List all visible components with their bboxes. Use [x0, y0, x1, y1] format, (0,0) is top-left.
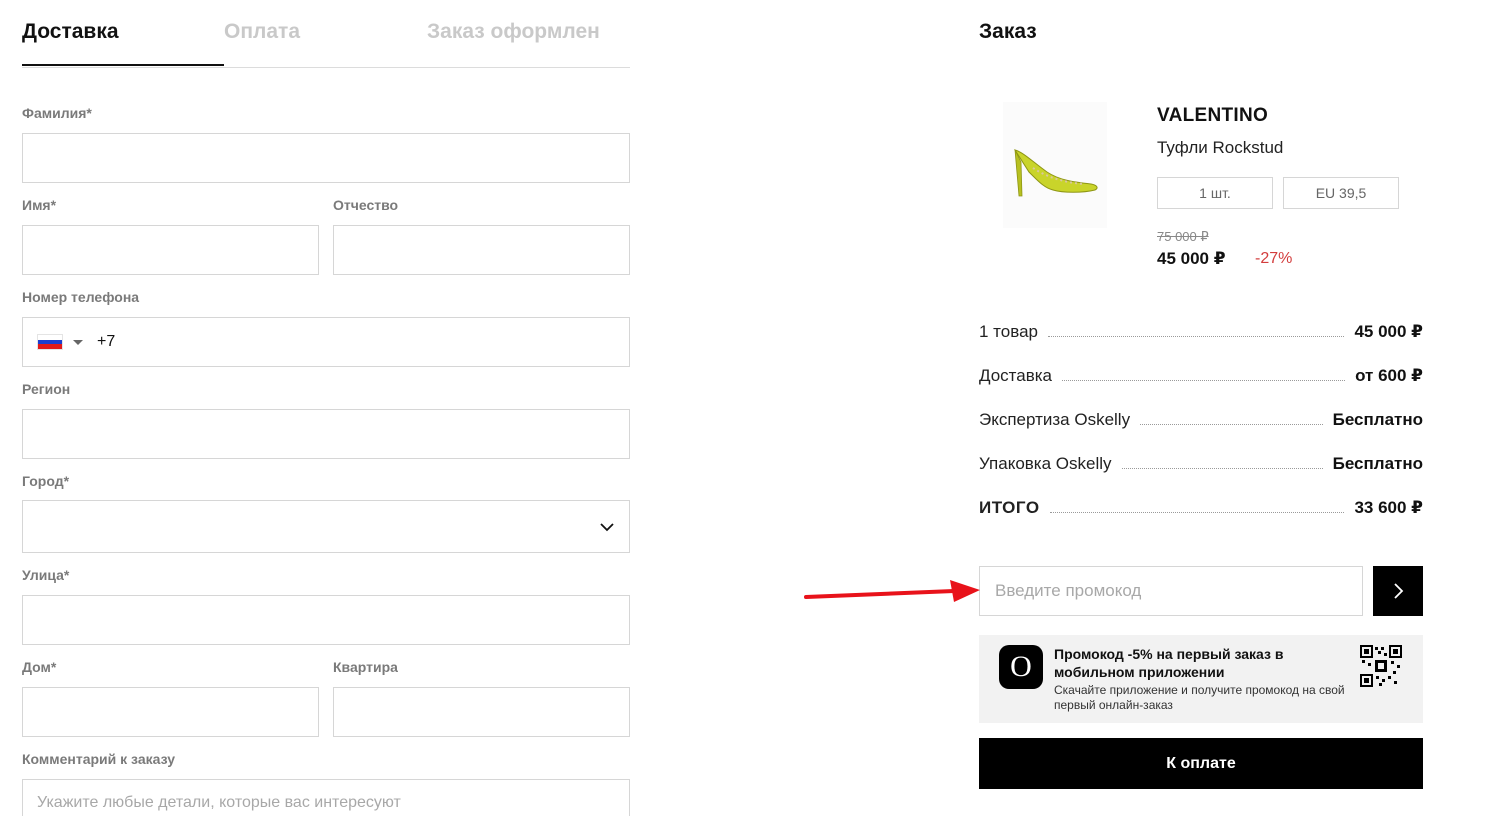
region-field[interactable] — [22, 409, 630, 459]
apartment-label: Квартира — [333, 659, 398, 675]
promo-code-field[interactable] — [979, 566, 1363, 616]
tab-order-placed[interactable]: Заказ оформлен — [427, 20, 600, 44]
region-label: Регион — [22, 381, 71, 397]
current-price: 45 000 ₽ — [1157, 249, 1226, 268]
comment-label: Комментарий к заказу — [22, 751, 175, 767]
comment-textarea[interactable] — [23, 780, 629, 816]
phone-country-selector[interactable]: +7 — [37, 318, 115, 366]
last-name-label: Фамилия* — [22, 105, 92, 121]
street-label: Улица* — [22, 567, 70, 583]
summary-label: Доставка — [979, 366, 1053, 385]
shoe-image — [1013, 149, 1098, 197]
app-logo-letter: O — [1010, 650, 1032, 683]
house-field[interactable] — [22, 687, 319, 737]
discount-badge: -27% — [1255, 250, 1293, 267]
house-input[interactable] — [23, 688, 318, 736]
app-logo-icon: O — [999, 645, 1043, 689]
promo-code-input[interactable] — [980, 567, 1362, 615]
dotted-leader — [1047, 336, 1345, 337]
tab-payment[interactable]: Оплата — [224, 20, 300, 44]
summary-label: Экспертиза Oskelly — [979, 410, 1131, 429]
middle-name-input[interactable] — [334, 226, 629, 274]
product-brand[interactable]: VALENTINO — [1157, 105, 1268, 127]
middle-name-field[interactable] — [333, 225, 630, 275]
old-price: 75 000 ₽ — [1157, 229, 1209, 244]
region-input[interactable] — [23, 410, 629, 458]
apartment-field[interactable] — [333, 687, 630, 737]
chevron-right-icon — [1394, 583, 1404, 599]
qr-code-icon — [1360, 645, 1402, 687]
city-label: Город* — [22, 473, 70, 489]
summary-value: 45 000 ₽ — [1354, 322, 1423, 341]
phone-field[interactable]: +7 — [22, 317, 630, 367]
summary-label: 1 товар — [979, 322, 1038, 341]
summary-row-items: 1 товар 45 000 ₽ — [979, 320, 1423, 342]
dotted-leader — [1062, 380, 1346, 381]
size-chip: EU 39,5 — [1283, 177, 1399, 209]
order-title: Заказ — [979, 20, 1037, 43]
summary-row-delivery: Доставка от 600 ₽ — [979, 364, 1423, 386]
dotted-leader — [1049, 512, 1345, 513]
city-select[interactable] — [22, 500, 630, 553]
summary-row-packaging: Упаковка Oskelly Бесплатно — [979, 452, 1423, 474]
middle-name-label: Отчество — [333, 197, 399, 213]
last-name-field[interactable] — [22, 133, 630, 183]
app-banner-title: Промокод -5% на первый заказ в мобильном… — [1054, 646, 1284, 680]
russia-flag-icon — [37, 334, 63, 350]
summary-label: ИТОГО — [979, 498, 1040, 517]
phone-label: Номер телефона — [22, 289, 140, 305]
active-tab-indicator — [22, 64, 224, 66]
summary-value: Бесплатно — [1332, 454, 1423, 473]
apply-promo-button[interactable] — [1373, 566, 1423, 616]
app-banner-text: Скачайте приложение и получите промокод … — [1054, 683, 1345, 712]
dotted-leader — [1140, 424, 1323, 425]
product-image[interactable] — [1003, 102, 1107, 228]
dotted-leader — [1121, 468, 1323, 469]
product-name[interactable]: Туфли Rockstud — [1157, 138, 1283, 158]
summary-value: 33 600 ₽ — [1354, 498, 1423, 517]
house-label: Дом* — [22, 659, 57, 675]
quantity-chip: 1 шт. — [1157, 177, 1273, 209]
summary-value: Бесплатно — [1332, 410, 1423, 429]
first-name-field[interactable] — [22, 225, 319, 275]
comment-field[interactable] — [22, 779, 630, 816]
app-promo-banner[interactable]: O Промокод -5% на первый заказ в мобильн… — [979, 635, 1423, 723]
apartment-input[interactable] — [334, 688, 629, 736]
summary-label: Упаковка Oskelly — [979, 454, 1112, 473]
first-name-label: Имя* — [22, 197, 57, 213]
annotation-arrow — [804, 580, 980, 602]
caret-down-icon — [73, 339, 83, 345]
chevron-down-icon — [600, 523, 614, 532]
proceed-to-payment-button[interactable]: К оплате — [979, 738, 1423, 789]
phone-code: +7 — [97, 333, 116, 350]
street-input[interactable] — [23, 596, 629, 644]
street-field[interactable] — [22, 595, 630, 645]
first-name-input[interactable] — [23, 226, 318, 274]
summary-row-expertise: Экспертиза Oskelly Бесплатно — [979, 408, 1423, 430]
summary-value: от 600 ₽ — [1355, 366, 1423, 385]
tab-delivery[interactable]: Доставка — [22, 20, 119, 44]
checkout-steps: Доставка Оплата Заказ оформлен — [22, 0, 630, 68]
last-name-input[interactable] — [23, 134, 629, 182]
summary-row-total: ИТОГО 33 600 ₽ — [979, 496, 1423, 518]
